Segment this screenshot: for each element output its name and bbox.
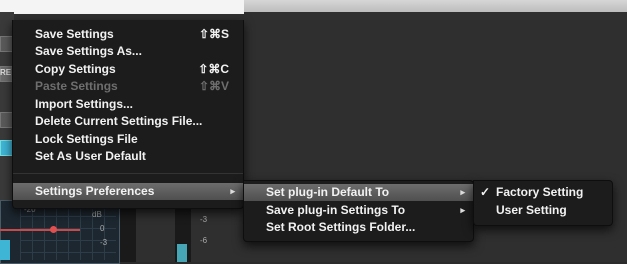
meter-fill xyxy=(177,244,187,262)
menu-item-label: Paste Settings xyxy=(35,79,118,93)
submenu-arrow-icon: ▸ xyxy=(460,205,465,215)
menu-item-label: Settings Preferences xyxy=(35,184,155,198)
menu-item-label: Set Root Settings Folder... xyxy=(266,220,416,234)
menu-item-label: Lock Settings File xyxy=(35,132,138,146)
shortcut-label: ⇧⌘S xyxy=(198,27,229,41)
meter-left xyxy=(120,204,136,262)
menu-item-label: Copy Settings xyxy=(35,62,116,76)
submenu-arrow-icon: ▸ xyxy=(460,187,465,197)
level-indicator xyxy=(0,240,10,260)
menu-item-label: Save Settings As... xyxy=(35,44,142,58)
menu-item-copy-settings[interactable]: Copy Settings ⇧⌘C xyxy=(13,61,243,78)
default-to-submenu: ✓ Factory Setting User Setting xyxy=(473,180,613,226)
menu-item-import-settings[interactable]: Import Settings... xyxy=(13,96,243,113)
menu-item-paste-settings: Paste Settings ⇧⌘V xyxy=(13,78,243,95)
menu-item-save-settings-as[interactable]: Save Settings As... xyxy=(13,43,243,60)
menu-item-label: Set As User Default xyxy=(35,149,146,163)
menu-item-label: User Setting xyxy=(496,203,567,217)
menu-item-set-as-user-default[interactable]: Set As User Default xyxy=(13,148,243,165)
menu-item-label: Set plug-in Default To xyxy=(266,185,390,199)
scale-label: dB xyxy=(92,210,102,219)
eq-curve xyxy=(0,229,80,231)
shortcut-label: ⇧⌘C xyxy=(198,62,229,76)
menu-item-set-plugin-default-to[interactable]: Set plug-in Default To ▸ xyxy=(244,184,473,201)
scale-label: 0 xyxy=(100,224,105,233)
menu-item-label: Delete Current Settings File... xyxy=(35,114,203,128)
shortcut-label: ⇧⌘V xyxy=(198,79,229,93)
menu-item-label: Factory Setting xyxy=(496,185,584,199)
scale-label: -6 xyxy=(200,236,208,245)
menu-anchor-bar xyxy=(0,0,244,14)
side-label: RE xyxy=(0,68,12,77)
menu-item-delete-settings-file[interactable]: Delete Current Settings File... xyxy=(13,113,243,130)
menu-item-set-root-settings-folder[interactable]: Set Root Settings Folder... xyxy=(244,219,473,236)
settings-menu: Save Settings ⇧⌘S Save Settings As... Co… xyxy=(12,20,244,209)
menu-item-label: Save Settings xyxy=(35,27,114,41)
menu-item-save-plugin-settings-to[interactable]: Save plug-in Settings To ▸ xyxy=(244,202,473,219)
menu-item-label: Save plug-in Settings To xyxy=(266,203,406,217)
eq-handle[interactable] xyxy=(50,226,57,233)
meter-right xyxy=(175,204,191,262)
menu-separator xyxy=(13,173,243,174)
checkmark-icon: ✓ xyxy=(480,185,491,199)
submenu-arrow-icon: ▸ xyxy=(230,186,235,196)
menu-item-lock-settings-file[interactable]: Lock Settings File xyxy=(13,131,243,148)
menu-item-settings-preferences[interactable]: Settings Preferences ▸ xyxy=(13,183,243,200)
menu-item-factory-setting[interactable]: ✓ Factory Setting xyxy=(474,184,612,201)
scale-label: -3 xyxy=(200,215,208,224)
menu-item-label: Import Settings... xyxy=(35,97,134,111)
menu-item-user-setting[interactable]: User Setting xyxy=(474,202,612,219)
scale-label: -3 xyxy=(100,238,108,247)
preferences-submenu: Set plug-in Default To ▸ Save plug-in Se… xyxy=(243,180,474,242)
menu-item-save-settings[interactable]: Save Settings ⇧⌘S xyxy=(13,26,243,43)
